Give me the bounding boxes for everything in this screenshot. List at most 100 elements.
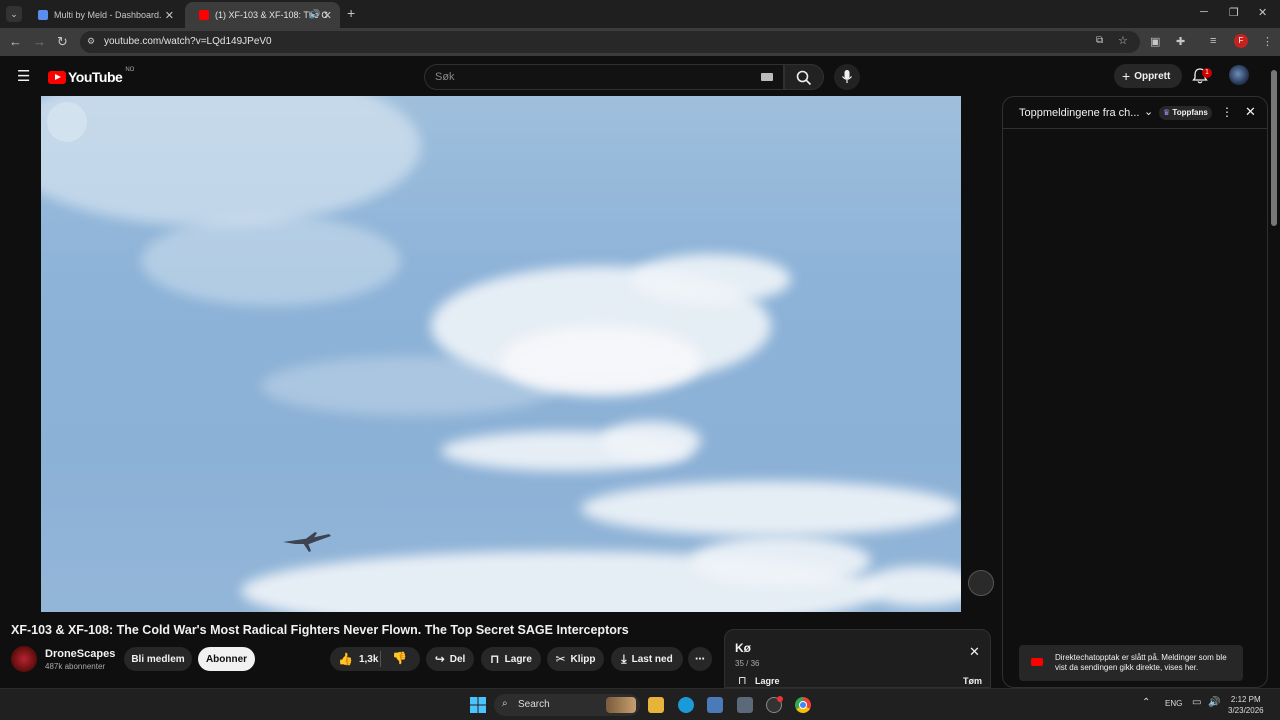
queue-clear-button[interactable]: Tøm: [963, 676, 982, 686]
tray-chevron-up-icon[interactable]: ⌃: [1142, 697, 1150, 708]
account-avatar[interactable]: [1229, 65, 1249, 85]
edge-icon[interactable]: [678, 697, 694, 713]
youtube-favicon-icon: [199, 10, 209, 20]
channel-avatar[interactable]: [11, 646, 37, 672]
chevron-down-icon[interactable]: ⌄: [1144, 105, 1153, 118]
close-queue-icon[interactable]: ✕: [969, 644, 980, 660]
youtube-logo[interactable]: YouTube NO: [48, 67, 135, 85]
notice-text: Direktechatopptak er slått på. Meldinger…: [1055, 653, 1227, 672]
taskbar-search[interactable]: ⌕ Search: [494, 694, 640, 716]
extension-icon[interactable]: ▣: [1150, 35, 1160, 48]
minimize-icon[interactable]: ─: [1200, 6, 1208, 18]
speaker-icon[interactable]: 🔊: [309, 9, 320, 20]
new-tab-button[interactable]: +: [347, 5, 355, 21]
save-button[interactable]: ⊓ Lagre: [481, 647, 541, 671]
url-text[interactable]: youtube.com/watch?v=LQd149JPeV0: [104, 36, 272, 47]
save-label: Lagre: [504, 653, 532, 665]
logo-text: YouTube: [68, 69, 123, 85]
file-explorer-icon[interactable]: [648, 697, 664, 713]
install-app-icon[interactable]: ⧉: [1096, 35, 1103, 46]
queue-panel: Kø 35 / 36 ✕ ⊓ Lagre Tøm: [724, 629, 991, 688]
browser-tab-youtube[interactable]: (1) XF-103 & XF-108: The C 🔊 ✕: [185, 2, 340, 28]
app-notification-dot: [777, 696, 783, 702]
close-chat-icon[interactable]: ✕: [1245, 104, 1256, 120]
forward-icon[interactable]: →: [33, 34, 46, 49]
share-icon: ↪: [434, 652, 445, 666]
video-player[interactable]: [41, 96, 961, 612]
subscriber-count: 487k abonnenter: [45, 662, 106, 671]
network-icon[interactable]: ▭: [1192, 697, 1201, 708]
language-indicator[interactable]: ENG: [1165, 699, 1182, 708]
toppfans-label: Toppfans: [1172, 108, 1208, 117]
live-chat-panel: Toppmeldingene fra ch... ⌄ ♛ Toppfans ⋮ …: [1002, 96, 1268, 688]
thumbs-down-icon[interactable]: 👎: [392, 651, 407, 665]
browser-toolbar: ← → ↻ ⚙ youtube.com/watch?v=LQd149JPeV0 …: [0, 28, 1280, 56]
queue-position: 35 / 36: [735, 659, 760, 668]
guide-menu-icon[interactable]: ☰: [17, 67, 30, 85]
create-button[interactable]: + Opprett: [1114, 64, 1182, 88]
queue-title: Kø: [735, 641, 751, 655]
chat-header: Toppmeldingene fra ch... ⌄ ♛ Toppfans ⋮ …: [1003, 97, 1267, 129]
more-actions-button[interactable]: ⋯: [688, 647, 712, 671]
bookmark-icon[interactable]: ⊓: [738, 674, 747, 687]
meld-favicon-icon: [38, 10, 48, 20]
clock-time: 2:12 PM: [1230, 695, 1261, 704]
subscribe-button[interactable]: Abonner: [198, 647, 255, 671]
app-icon-2[interactable]: [737, 697, 753, 713]
tab-search-button[interactable]: ⌄: [6, 6, 22, 22]
aircraft-silhouette: [283, 532, 331, 552]
address-bar[interactable]: ⚙ youtube.com/watch?v=LQd149JPeV0 ⧉ ☆: [80, 31, 1140, 53]
site-info-icon[interactable]: ⚙: [87, 36, 95, 47]
download-button[interactable]: ⤓ Last ned: [611, 647, 683, 671]
close-tab-icon[interactable]: ✕: [323, 9, 332, 22]
scrollbar-thumb[interactable]: [1271, 70, 1277, 226]
close-window-icon[interactable]: ✕: [1258, 6, 1267, 19]
search-button[interactable]: [784, 64, 824, 90]
join-button[interactable]: Bli medlem: [124, 647, 192, 671]
youtube-icon: [1031, 658, 1043, 666]
keyboard-icon[interactable]: [761, 73, 773, 81]
share-button[interactable]: ↪ Del: [426, 647, 474, 671]
clip-button[interactable]: ✂ Klipp: [547, 647, 604, 671]
bookmark-star-icon[interactable]: ☆: [1118, 34, 1128, 47]
queue-save-button[interactable]: Lagre: [755, 676, 780, 686]
profile-avatar[interactable]: F: [1234, 34, 1248, 48]
chat-mode-title[interactable]: Toppmeldingene fra ch...: [1019, 107, 1139, 119]
microphone-icon: [842, 70, 852, 83]
thumbs-up-icon[interactable]: 👍: [338, 652, 353, 666]
back-icon[interactable]: ←: [9, 34, 22, 49]
share-label: Del: [449, 653, 466, 665]
reload-icon[interactable]: ↻: [57, 34, 68, 50]
close-tab-icon[interactable]: ✕: [165, 9, 174, 22]
search-highlight-icon: [606, 697, 636, 713]
windows-start-icon[interactable]: [470, 697, 486, 713]
restore-icon[interactable]: ❐: [1229, 6, 1239, 19]
like-count[interactable]: 1,3k: [359, 654, 378, 665]
create-label: Opprett: [1134, 70, 1171, 82]
video-title: XF-103 & XF-108: The Cold War's Most Rad…: [11, 623, 629, 637]
chat-more-icon[interactable]: ⋮: [1221, 105, 1233, 119]
youtube-play-icon: [48, 70, 66, 84]
channel-watermark-side[interactable]: [968, 570, 994, 596]
taskbar-clock[interactable]: 2:12 PM 3/23/2026: [1228, 694, 1264, 716]
toppfans-badge[interactable]: ♛ Toppfans: [1159, 106, 1212, 120]
menu-kebab-icon[interactable]: ⋮: [1262, 35, 1273, 48]
puzzle-icon[interactable]: ✚: [1176, 35, 1185, 48]
page-scrollbar[interactable]: [1270, 70, 1278, 690]
search-input[interactable]: [435, 71, 735, 83]
plus-icon: +: [1122, 68, 1131, 84]
volume-icon[interactable]: 🔊: [1208, 697, 1220, 708]
tab-label: Multi by Meld - Dashboard.: [54, 10, 162, 20]
youtube-masthead: ☰ YouTube NO + Opprett: [0, 56, 1280, 96]
search-icon: ⌕: [502, 698, 508, 709]
app-icon-1[interactable]: [707, 697, 723, 713]
channel-watermark[interactable]: [47, 102, 87, 142]
country-code: NO: [125, 67, 135, 73]
browser-tab-meld[interactable]: Multi by Meld - Dashboard. ✕: [24, 2, 182, 28]
media-control-icon[interactable]: ≡: [1210, 35, 1216, 47]
voice-search-button[interactable]: [834, 64, 860, 90]
channel-name[interactable]: DroneScapes: [45, 648, 115, 660]
chat-replay-notice: Direktechatopptak er slått på. Meldinger…: [1019, 645, 1243, 681]
search-box[interactable]: [424, 64, 784, 90]
search-icon: [796, 70, 812, 86]
